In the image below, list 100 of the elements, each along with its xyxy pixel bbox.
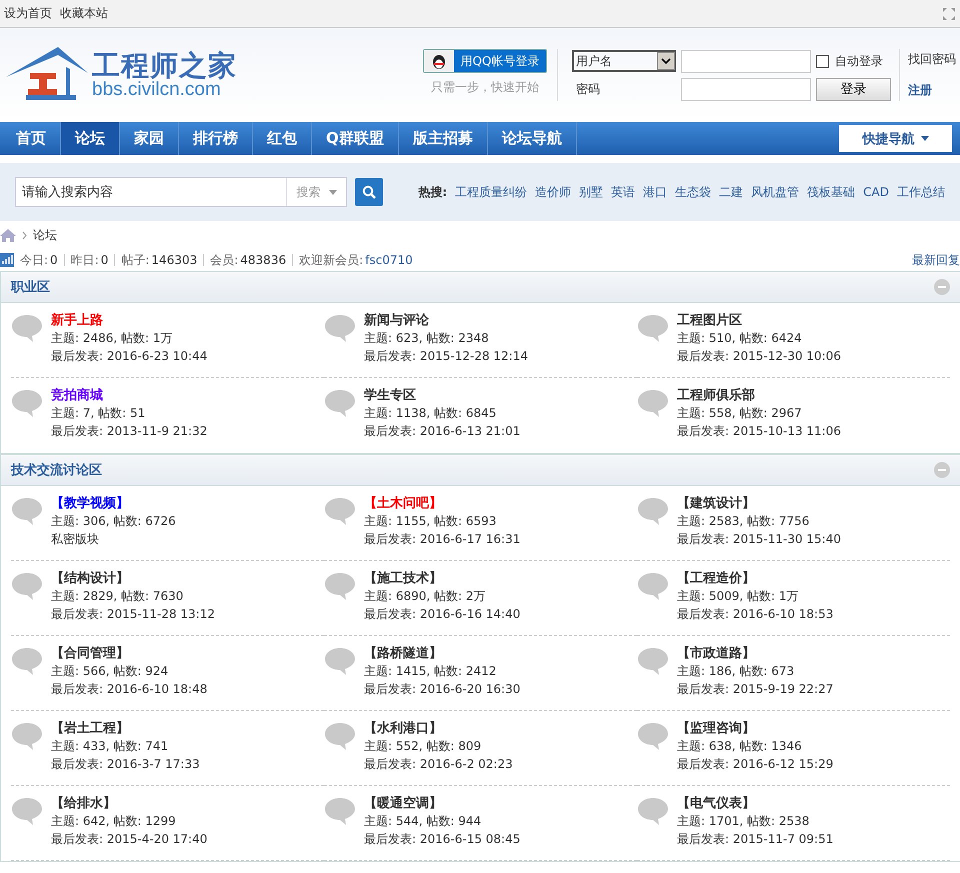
hot-search-link[interactable]: 工作总结 <box>897 184 945 200</box>
stat-value: 483836 <box>240 253 286 267</box>
site-title: 工程师之家 <box>92 52 237 80</box>
speech-bubble-icon <box>11 496 43 526</box>
speech-bubble-icon <box>11 646 43 676</box>
username-field[interactable] <box>681 50 811 72</box>
forum-last-post: 最后发表: 2015-11-30 15:40 <box>677 532 841 547</box>
hot-search-link[interactable]: 英语 <box>611 184 636 200</box>
forum-counts: 主题: 510, 帖数: 6424 <box>677 331 803 346</box>
caret-icon <box>328 190 336 194</box>
forum-counts: 主题: 558, 帖数: 2967 <box>677 406 803 421</box>
nav-tab[interactable]: 版主招募 <box>398 122 488 155</box>
collapse-icon[interactable] <box>934 462 950 478</box>
section-title: 职业区 <box>11 279 50 296</box>
latest-replies-link[interactable]: 最新回复 <box>912 252 960 268</box>
hot-search-link[interactable]: 港口 <box>643 184 668 200</box>
forum-link[interactable]: 【建筑设计】 <box>677 496 841 511</box>
collapse-icon[interactable] <box>934 279 950 295</box>
hot-search-link[interactable]: 风机盘管 <box>751 184 800 200</box>
top-link[interactable]: 收藏本站 <box>60 6 108 20</box>
forum-last-post: 最后发表: 2016-6-15 08:45 <box>364 832 520 847</box>
password-field[interactable] <box>681 78 811 100</box>
home-icon[interactable] <box>0 228 16 242</box>
speech-bubble-icon <box>324 646 356 676</box>
stat-value: 0 <box>50 253 58 267</box>
forum-last-post: 最后发表: 2016-6-17 16:31 <box>364 532 520 547</box>
speech-bubble-icon <box>637 721 669 751</box>
forum-link[interactable]: 【结构设计】 <box>51 571 215 586</box>
hot-search-link[interactable]: CAD <box>863 185 889 199</box>
speech-bubble-icon <box>11 796 43 826</box>
forum-counts: 主题: 638, 帖数: 1346 <box>677 739 803 754</box>
hot-search-link[interactable]: 工程质量纠纷 <box>455 184 528 200</box>
hot-search-link[interactable]: 别墅 <box>579 184 604 200</box>
forum-counts: 主题: 1701, 帖数: 2538 <box>677 814 810 829</box>
stat-label: 帖子: <box>121 252 150 268</box>
hot-search-link[interactable]: 二建 <box>719 184 744 200</box>
forum-link[interactable]: 【监理咨询】 <box>677 721 834 736</box>
forum-last-post: 最后发表: 2015-11-7 09:51 <box>677 832 834 847</box>
qq-login-button[interactable]: 用QQ帐号登录 <box>423 49 547 73</box>
forum-last-post: 最后发表: 2015-9-19 22:27 <box>677 682 834 697</box>
forum-link[interactable]: 【电气仪表】 <box>677 796 834 811</box>
forum-link[interactable]: 新手上路 <box>51 313 208 328</box>
forum-counts: 主题: 552, 帖数: 809 <box>364 739 482 754</box>
hot-search-link[interactable]: 生态袋 <box>675 184 712 200</box>
speech-bubble-icon <box>324 313 356 343</box>
speech-bubble-icon <box>637 646 669 676</box>
stat-label: 会员: <box>210 252 238 268</box>
forum-last-post: 最后发表: 2015-11-28 13:12 <box>51 607 215 622</box>
forum-last-post: 最后发表: 2016-6-10 18:48 <box>51 682 208 697</box>
nav-tab[interactable]: 论坛 <box>61 122 120 155</box>
stat-label: 今日: <box>20 252 48 268</box>
speech-bubble-icon <box>324 496 356 526</box>
nav-tab[interactable]: 红包 <box>253 122 312 155</box>
hot-search-link[interactable]: 筏板基础 <box>807 184 856 200</box>
search-icon <box>362 185 376 199</box>
site-url: bbs.civilcn.com <box>92 80 221 98</box>
quick-nav-button[interactable]: 快捷导航 <box>839 125 952 152</box>
qq-login-hint: 只需一步，快速开始 <box>431 79 539 96</box>
forum-link[interactable]: 学生专区 <box>364 388 520 403</box>
nav-tab[interactable]: 论坛导航 <box>488 122 577 155</box>
account-type-select[interactable]: 用户名 <box>572 50 676 72</box>
top-link[interactable]: 设为首页 <box>4 6 52 20</box>
login-button[interactable]: 登录 <box>816 78 891 100</box>
speech-bubble-icon <box>11 388 43 418</box>
forum-counts: 主题: 566, 帖数: 924 <box>51 664 170 679</box>
auto-login-checkbox[interactable] <box>816 54 829 68</box>
breadcrumb-link[interactable]: 论坛 <box>33 226 57 244</box>
search-button[interactable] <box>355 178 383 206</box>
stat-value: 0 <box>100 253 108 267</box>
forum-link[interactable]: 【暖通空调】 <box>364 796 520 811</box>
forum-link[interactable]: 竞拍商城 <box>51 388 208 403</box>
speech-bubble-icon <box>324 721 356 751</box>
forum-link[interactable]: 【施工技术】 <box>364 571 520 586</box>
speech-bubble-icon <box>637 313 669 343</box>
forum-link[interactable]: 【水利港口】 <box>364 721 513 736</box>
forum-counts: 主题: 623, 帖数: 2348 <box>364 331 490 346</box>
speech-bubble-icon <box>324 388 356 418</box>
forgot-password-link[interactable]: 找回密码 <box>908 51 956 68</box>
forum-link[interactable]: 【市政道路】 <box>677 646 834 661</box>
forum-link[interactable]: 【合同管理】 <box>51 646 208 661</box>
speech-bubble-icon <box>324 571 356 601</box>
forum-link[interactable]: 新闻与评论 <box>364 313 528 328</box>
forum-link[interactable]: 【教学视频】 <box>51 496 176 511</box>
forum-link[interactable]: 【土木问吧】 <box>364 496 520 511</box>
forum-link[interactable]: 工程师俱乐部 <box>677 388 841 403</box>
forum-link[interactable]: 工程图片区 <box>677 313 841 328</box>
nav-tab[interactable]: 家园 <box>120 122 179 155</box>
forum-link[interactable]: 【工程造价】 <box>677 571 834 586</box>
hot-search-link[interactable]: 造价师 <box>535 184 572 200</box>
forum-link[interactable]: 【给排水】 <box>51 796 208 811</box>
forum-link[interactable]: 【岩土工程】 <box>51 721 200 736</box>
register-link[interactable]: 注册 <box>908 82 956 99</box>
expand-icon[interactable] <box>942 6 956 20</box>
nav-tab[interactable]: Q群联盟 <box>312 122 399 155</box>
new-member-link[interactable]: fsc0710 <box>365 253 413 267</box>
forum-counts: 主题: 1415, 帖数: 2412 <box>364 664 498 679</box>
nav-tab[interactable]: 排行榜 <box>179 122 253 155</box>
speech-bubble-icon <box>11 313 43 343</box>
forum-link[interactable]: 【路桥隧道】 <box>364 646 520 661</box>
forum-last-post: 最后发表: 2016-6-10 18:53 <box>677 607 834 622</box>
